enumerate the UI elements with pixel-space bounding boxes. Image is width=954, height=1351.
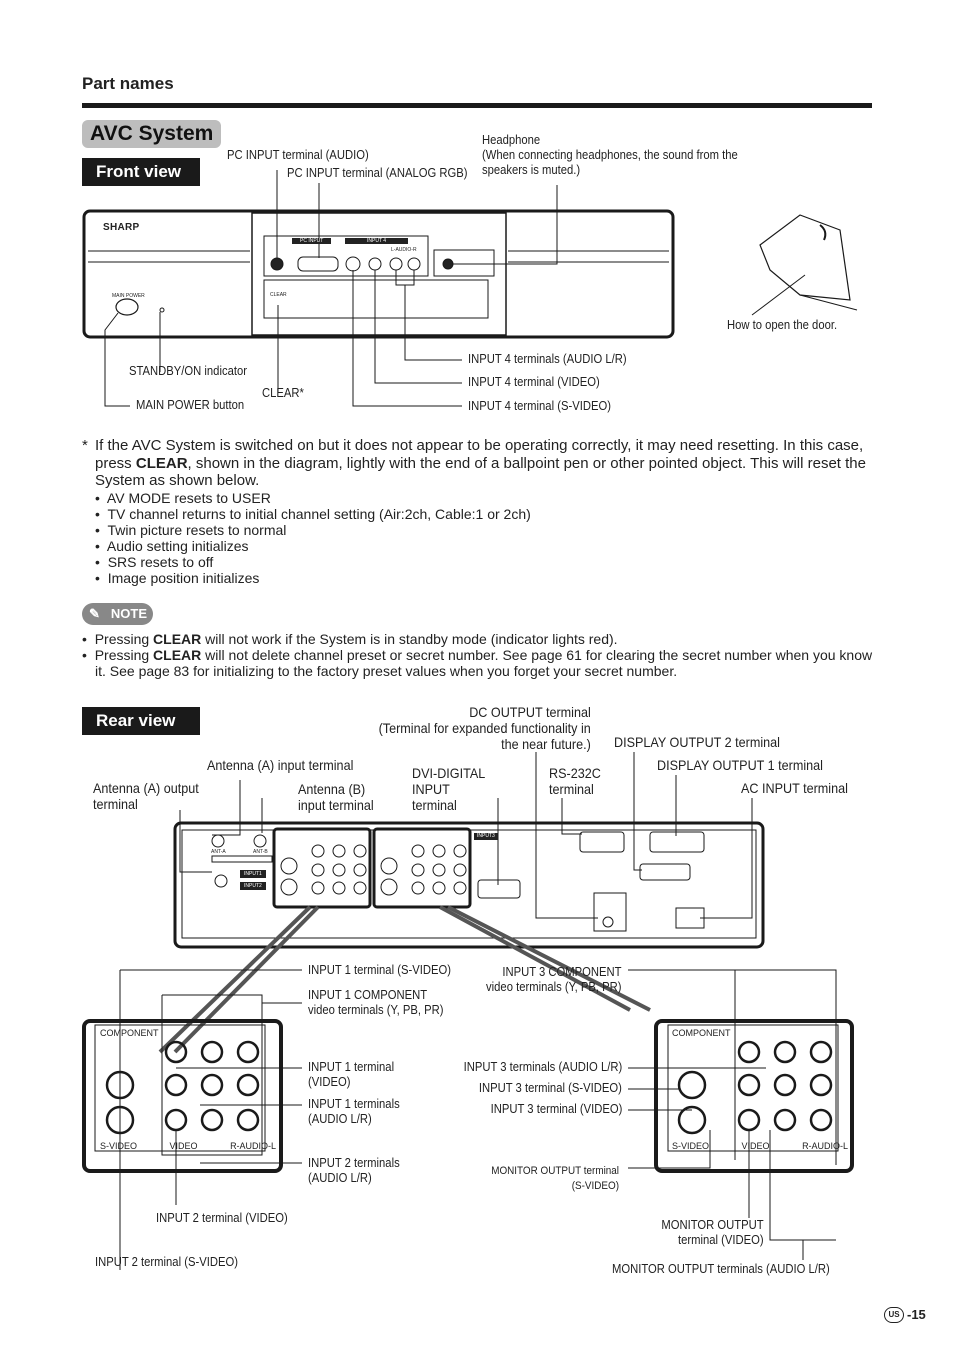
dvi-input-label: DVI-DIGITAL INPUT terminal — [412, 765, 486, 813]
main-power-panel-label: MAIN POWER — [112, 293, 145, 299]
monitor-audio-label: MONITOR OUTPUT terminals (AUDIO L/R) — [612, 1262, 830, 1276]
input4-svideo-label: INPUT 4 terminal (S-VIDEO) — [468, 399, 611, 413]
door-label: How to open the door. — [727, 318, 838, 332]
region-badge: US — [884, 1307, 904, 1323]
display-output-2-label: DISPLAY OUTPUT 2 terminal — [614, 734, 780, 750]
ant-a-panel-label: ANT-A — [211, 849, 226, 855]
antenna-a-input-label: Antenna (A) input terminal — [207, 757, 354, 773]
manual-page: Part names AVC System Front view SHARP M… — [0, 0, 954, 1351]
vga-port-icon — [297, 256, 339, 272]
main-power-label: MAIN POWER button — [136, 398, 245, 412]
input4-panel-label: INPUT 4 — [345, 238, 409, 244]
headphone-label: Headphone (When connecting headphones, t… — [482, 133, 738, 177]
input3-audio-label: INPUT 3 terminals (AUDIO L/R) — [463, 1060, 622, 1074]
page-number: -15 — [907, 1307, 926, 1322]
reset-star: * — [82, 437, 88, 454]
input1-video-label: INPUT 1 terminal (VIDEO) — [308, 1060, 395, 1089]
pc-audio-label: PC INPUT terminal (AUDIO) — [227, 148, 369, 162]
pc-audio-jack-icon — [270, 257, 284, 271]
list-item: • Pressing CLEAR will not delete channel… — [82, 647, 873, 679]
input4-audio-label: INPUT 4 terminals (AUDIO L/R) — [468, 352, 627, 366]
main-power-button-icon — [115, 298, 139, 316]
l-audio-r-panel-label: L-AUDIO-R — [391, 247, 417, 253]
input2-panel-label: INPUT2 — [240, 882, 266, 890]
input2-svideo-label: INPUT 2 terminal (S-VIDEO) — [95, 1255, 238, 1269]
monitor-video-label: MONITOR OUTPUT terminal (VIDEO) — [661, 1218, 764, 1247]
antenna-a-output-label: Antenna (A) output terminal — [93, 780, 199, 812]
note-list: • Pressing CLEAR will not work if the Sy… — [82, 631, 877, 679]
input2-video-label: INPUT 2 terminal (VIDEO) — [156, 1211, 288, 1225]
ant-b-panel-label: ANT-B — [253, 849, 268, 855]
headphone-jack-icon — [442, 258, 454, 270]
clear-label: CLEAR* — [262, 386, 304, 400]
input4-video-label: INPUT 4 terminal (VIDEO) — [468, 375, 600, 389]
svideo-panel-label-left: S-VIDEO VIDEO R-AUDIO-L — [100, 1141, 277, 1151]
list-item: • TV channel returns to initial channel … — [95, 506, 531, 522]
antenna-b-input-label: Antenna (B) input terminal — [298, 781, 374, 813]
input1-svideo-label: INPUT 1 terminal (S-VIDEO) — [308, 963, 451, 977]
input1-audio-label: INPUT 1 terminals (AUDIO L/R) — [308, 1097, 400, 1126]
pencil-icon: ✎ — [89, 606, 100, 621]
reset-paragraph: If the AVC System is switched on but it … — [95, 437, 866, 489]
sharp-logo: SHARP — [103, 222, 140, 233]
component-panel-label-right: COMPONENT — [672, 1028, 731, 1038]
input3-video-label: INPUT 3 terminal (VIDEO) — [490, 1102, 622, 1116]
list-item: • AV MODE resets to USER — [95, 490, 271, 506]
list-item: • Audio setting initializes — [95, 538, 249, 554]
standby-label: STANDBY/ON indicator — [129, 364, 247, 378]
list-item: • Twin picture resets to normal — [95, 522, 287, 538]
note-badge: ✎ NOTE — [82, 603, 153, 625]
rs232c-label: RS-232C terminal — [549, 765, 601, 797]
dc-output-label: DC OUTPUT terminal (Terminal for expande… — [378, 704, 591, 752]
input3-panel-label: INPUT3 — [474, 833, 498, 840]
input3-svideo-label: INPUT 3 terminal (S-VIDEO) — [479, 1081, 622, 1095]
input2-audio-label: INPUT 2 terminals (AUDIO L/R) — [308, 1156, 400, 1185]
display-output-1-label: DISPLAY OUTPUT 1 terminal — [657, 757, 823, 773]
list-item: • SRS resets to off — [95, 554, 214, 570]
input1-component-label: INPUT 1 COMPONENT video terminals (Y, PB… — [308, 988, 444, 1017]
svideo-panel-label-right: S-VIDEO VIDEO R-AUDIO-L — [672, 1141, 849, 1151]
standby-indicator-icon — [159, 307, 165, 313]
monitor-svideo-label: MONITOR OUTPUT terminal (S-VIDEO) — [491, 1165, 619, 1192]
pc-input-panel-label: PC INPUT — [292, 238, 332, 244]
reset-bullet-list: • AV MODE resets to USER • TV channel re… — [95, 490, 531, 586]
pc-rgb-label: PC INPUT terminal (ANALOG RGB) — [287, 166, 468, 180]
list-item: • Pressing CLEAR will not work if the Sy… — [82, 631, 618, 647]
input3-component-label: INPUT 3 COMPONENT video terminals (Y, PB… — [486, 965, 622, 994]
component-panel-label-left: COMPONENT — [100, 1028, 159, 1038]
clear-panel-label: CLEAR — [270, 292, 287, 298]
rear-view-tag: Rear view — [82, 707, 200, 735]
list-item: • Image position initializes — [95, 570, 260, 586]
ac-input-label: AC INPUT terminal — [741, 780, 848, 796]
input1-panel-label: INPUT1 — [240, 870, 266, 878]
